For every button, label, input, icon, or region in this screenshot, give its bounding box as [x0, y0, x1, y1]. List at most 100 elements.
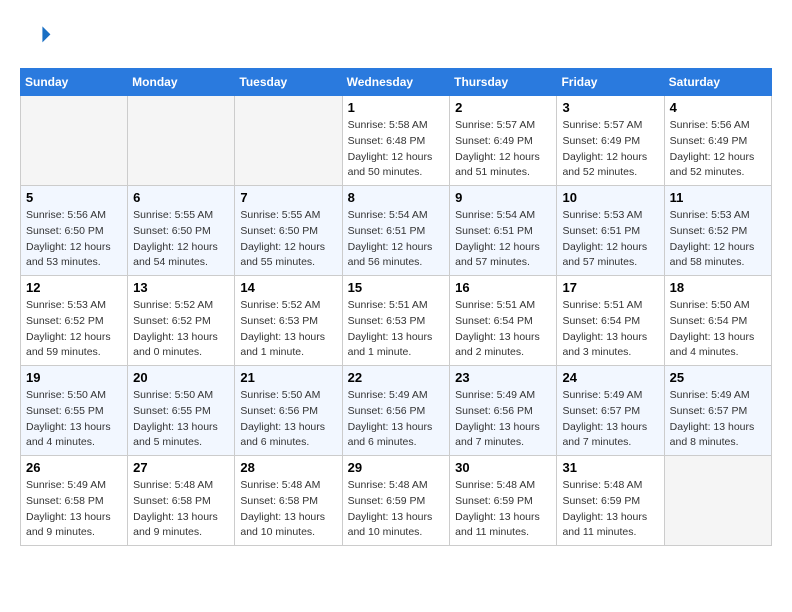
calendar-week-4: 19 Sunrise: 5:50 AMSunset: 6:55 PMDayligh…: [21, 366, 772, 456]
day-number: 21: [240, 370, 336, 385]
day-number: 8: [348, 190, 445, 205]
day-info: Sunrise: 5:49 AMSunset: 6:57 PMDaylight:…: [562, 388, 658, 451]
day-number: 9: [455, 190, 551, 205]
day-number: 3: [562, 100, 658, 115]
day-cell-2: 2 Sunrise: 5:57 AMSunset: 6:49 PMDaylight…: [450, 96, 557, 186]
day-number: 22: [348, 370, 445, 385]
day-info: Sunrise: 5:49 AMSunset: 6:56 PMDaylight:…: [455, 388, 551, 451]
day-info: Sunrise: 5:53 AMSunset: 6:52 PMDaylight:…: [26, 298, 122, 361]
day-info: Sunrise: 5:52 AMSunset: 6:52 PMDaylight:…: [133, 298, 229, 361]
day-info: Sunrise: 5:48 AMSunset: 6:58 PMDaylight:…: [133, 478, 229, 541]
calendar-week-3: 12 Sunrise: 5:53 AMSunset: 6:52 PMDayligh…: [21, 276, 772, 366]
day-cell-30: 30Sunrise: 5:48 AMSunset: 6:59 PMDayligh…: [450, 456, 557, 546]
day-number: 12: [26, 280, 122, 295]
day-number: 2: [455, 100, 551, 115]
day-info: Sunrise: 5:53 AMSunset: 6:51 PMDaylight:…: [562, 208, 658, 271]
calendar-table: SundayMondayTuesdayWednesdayThursdayFrid…: [20, 68, 772, 546]
logo-icon: [20, 20, 52, 52]
day-info: Sunrise: 5:50 AMSunset: 6:55 PMDaylight:…: [133, 388, 229, 451]
day-cell-8: 8 Sunrise: 5:54 AMSunset: 6:51 PMDaylight…: [342, 186, 450, 276]
day-number: 11: [670, 190, 766, 205]
day-cell-31: 31 Sunrise: 5:48 AMSunset: 6:59 PMDayligh…: [557, 456, 664, 546]
column-header-tuesday: Tuesday: [235, 69, 342, 96]
day-cell-16: 16 Sunrise: 5:51 AMSunset: 6:54 PMDayligh…: [450, 276, 557, 366]
day-cell-17: 17Sunrise: 5:51 AMSunset: 6:54 PMDayligh…: [557, 276, 664, 366]
day-cell-23: 23Sunrise: 5:49 AMSunset: 6:56 PMDayligh…: [450, 366, 557, 456]
day-info: Sunrise: 5:57 AMSunset: 6:49 PMDaylight:…: [455, 118, 551, 181]
day-number: 19: [26, 370, 122, 385]
day-cell-13: 13 Sunrise: 5:52 AMSunset: 6:52 PMDayligh…: [128, 276, 235, 366]
day-number: 26: [26, 460, 122, 475]
day-number: 31: [562, 460, 658, 475]
day-info: Sunrise: 5:48 AMSunset: 6:59 PMDaylight:…: [455, 478, 551, 541]
calendar-week-1: 1Sunrise: 5:58 AMSunset: 6:48 PMDaylight…: [21, 96, 772, 186]
day-number: 16: [455, 280, 551, 295]
day-info: Sunrise: 5:56 AMSunset: 6:50 PMDaylight:…: [26, 208, 122, 271]
day-info: Sunrise: 5:52 AMSunset: 6:53 PMDaylight:…: [240, 298, 336, 361]
day-info: Sunrise: 5:48 AMSunset: 6:59 PMDaylight:…: [348, 478, 445, 541]
day-number: 24: [562, 370, 658, 385]
day-info: Sunrise: 5:51 AMSunset: 6:53 PMDaylight:…: [348, 298, 445, 361]
day-cell-9: 9 Sunrise: 5:54 AMSunset: 6:51 PMDaylight…: [450, 186, 557, 276]
day-cell-1: 1Sunrise: 5:58 AMSunset: 6:48 PMDaylight…: [342, 96, 450, 186]
day-number: 29: [348, 460, 445, 475]
day-number: 10: [562, 190, 658, 205]
day-cell-10: 10 Sunrise: 5:53 AMSunset: 6:51 PMDayligh…: [557, 186, 664, 276]
day-info: Sunrise: 5:54 AMSunset: 6:51 PMDaylight:…: [455, 208, 551, 271]
empty-cell: [664, 456, 771, 546]
calendar-header-row: SundayMondayTuesdayWednesdayThursdayFrid…: [21, 69, 772, 96]
day-cell-3: 3Sunrise: 5:57 AMSunset: 6:49 PMDaylight…: [557, 96, 664, 186]
day-number: 27: [133, 460, 229, 475]
day-info: Sunrise: 5:50 AMSunset: 6:54 PMDaylight:…: [670, 298, 766, 361]
day-cell-4: 4Sunrise: 5:56 AMSunset: 6:49 PMDaylight…: [664, 96, 771, 186]
day-info: Sunrise: 5:49 AMSunset: 6:56 PMDaylight:…: [348, 388, 445, 451]
column-header-saturday: Saturday: [664, 69, 771, 96]
day-number: 25: [670, 370, 766, 385]
day-info: Sunrise: 5:50 AMSunset: 6:55 PMDaylight:…: [26, 388, 122, 451]
day-cell-5: 5 Sunrise: 5:56 AMSunset: 6:50 PMDaylight…: [21, 186, 128, 276]
day-cell-12: 12 Sunrise: 5:53 AMSunset: 6:52 PMDayligh…: [21, 276, 128, 366]
day-info: Sunrise: 5:48 AMSunset: 6:59 PMDaylight:…: [562, 478, 658, 541]
day-info: Sunrise: 5:51 AMSunset: 6:54 PMDaylight:…: [455, 298, 551, 361]
day-cell-25: 25Sunrise: 5:49 AMSunset: 6:57 PMDayligh…: [664, 366, 771, 456]
day-cell-24: 24 Sunrise: 5:49 AMSunset: 6:57 PMDayligh…: [557, 366, 664, 456]
day-info: Sunrise: 5:53 AMSunset: 6:52 PMDaylight:…: [670, 208, 766, 271]
day-info: Sunrise: 5:50 AMSunset: 6:56 PMDaylight:…: [240, 388, 336, 451]
calendar-week-2: 5 Sunrise: 5:56 AMSunset: 6:50 PMDaylight…: [21, 186, 772, 276]
day-cell-11: 11 Sunrise: 5:53 AMSunset: 6:52 PMDayligh…: [664, 186, 771, 276]
empty-cell: [21, 96, 128, 186]
day-info: Sunrise: 5:51 AMSunset: 6:54 PMDaylight:…: [562, 298, 658, 361]
day-number: 18: [670, 280, 766, 295]
calendar-week-5: 26 Sunrise: 5:49 AMSunset: 6:58 PMDayligh…: [21, 456, 772, 546]
day-number: 6: [133, 190, 229, 205]
day-number: 13: [133, 280, 229, 295]
day-number: 20: [133, 370, 229, 385]
day-info: Sunrise: 5:58 AMSunset: 6:48 PMDaylight:…: [348, 118, 445, 181]
day-cell-28: 28 Sunrise: 5:48 AMSunset: 6:58 PMDayligh…: [235, 456, 342, 546]
day-info: Sunrise: 5:55 AMSunset: 6:50 PMDaylight:…: [133, 208, 229, 271]
day-info: Sunrise: 5:49 AMSunset: 6:58 PMDaylight:…: [26, 478, 122, 541]
column-header-sunday: Sunday: [21, 69, 128, 96]
day-cell-29: 29 Sunrise: 5:48 AMSunset: 6:59 PMDayligh…: [342, 456, 450, 546]
day-number: 5: [26, 190, 122, 205]
day-cell-19: 19 Sunrise: 5:50 AMSunset: 6:55 PMDayligh…: [21, 366, 128, 456]
day-cell-6: 6 Sunrise: 5:55 AMSunset: 6:50 PMDaylight…: [128, 186, 235, 276]
day-info: Sunrise: 5:48 AMSunset: 6:58 PMDaylight:…: [240, 478, 336, 541]
empty-cell: [128, 96, 235, 186]
column-header-monday: Monday: [128, 69, 235, 96]
day-cell-21: 21 Sunrise: 5:50 AMSunset: 6:56 PMDayligh…: [235, 366, 342, 456]
day-cell-22: 22 Sunrise: 5:49 AMSunset: 6:56 PMDayligh…: [342, 366, 450, 456]
column-header-thursday: Thursday: [450, 69, 557, 96]
day-info: Sunrise: 5:54 AMSunset: 6:51 PMDaylight:…: [348, 208, 445, 271]
day-cell-20: 20 Sunrise: 5:50 AMSunset: 6:55 PMDayligh…: [128, 366, 235, 456]
day-info: Sunrise: 5:55 AMSunset: 6:50 PMDaylight:…: [240, 208, 336, 271]
day-number: 14: [240, 280, 336, 295]
day-number: 28: [240, 460, 336, 475]
column-header-wednesday: Wednesday: [342, 69, 450, 96]
day-cell-15: 15Sunrise: 5:51 AMSunset: 6:53 PMDayligh…: [342, 276, 450, 366]
day-number: 7: [240, 190, 336, 205]
day-cell-7: 7 Sunrise: 5:55 AMSunset: 6:50 PMDaylight…: [235, 186, 342, 276]
column-header-friday: Friday: [557, 69, 664, 96]
day-number: 4: [670, 100, 766, 115]
day-cell-14: 14 Sunrise: 5:52 AMSunset: 6:53 PMDayligh…: [235, 276, 342, 366]
